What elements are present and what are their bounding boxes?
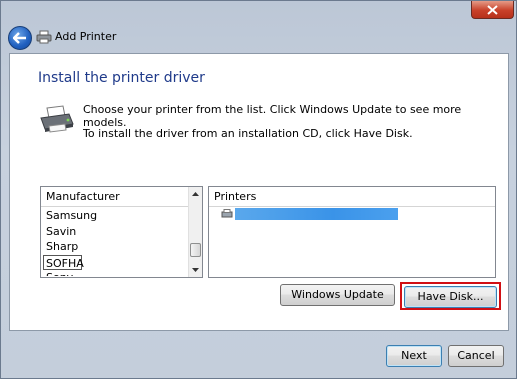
scroll-thumb[interactable]	[190, 243, 201, 257]
printer-list-item-label	[235, 208, 398, 220]
printer-icon	[36, 30, 52, 44]
have-disk-label: Have Disk...	[417, 290, 484, 303]
next-label: Next	[401, 349, 427, 362]
manufacturer-list-header: Manufacturer	[41, 187, 202, 207]
back-button[interactable]	[8, 26, 32, 50]
printer-icon	[221, 208, 233, 217]
scroll-down-arrow[interactable]	[189, 263, 202, 277]
cancel-label: Cancel	[457, 349, 495, 362]
windows-update-label: Windows Update	[291, 288, 384, 301]
close-icon	[487, 4, 498, 15]
list-item[interactable]: Savin	[41, 224, 188, 240]
scroll-up-arrow[interactable]	[189, 187, 202, 201]
page-heading: Install the printer driver	[38, 70, 205, 86]
next-button[interactable]: Next	[386, 345, 442, 367]
close-button[interactable]	[471, 1, 514, 19]
list-item[interactable]: Sharp	[41, 239, 188, 255]
back-arrow-icon	[13, 32, 26, 44]
window-title: Add Printer	[55, 30, 117, 43]
window-frame: Add Printer Install the printer driver C…	[0, 0, 517, 379]
chevron-up-icon	[192, 192, 199, 196]
cancel-button[interactable]: Cancel	[448, 345, 504, 367]
printers-list[interactable]: Printers	[208, 186, 496, 278]
chevron-down-icon	[192, 268, 199, 272]
windows-update-button[interactable]: Windows Update	[280, 284, 395, 306]
printers-list-header: Printers	[209, 187, 495, 207]
printer-icon	[40, 105, 74, 133]
have-disk-button[interactable]: Have Disk...	[404, 286, 497, 308]
printer-list-item[interactable]	[221, 208, 398, 220]
description-line-1: Choose your printer from the list. Click…	[83, 103, 462, 129]
manufacturer-scrollbar[interactable]	[188, 187, 202, 277]
list-item[interactable]: Samsung	[41, 208, 188, 224]
list-item[interactable]: Sony	[41, 270, 188, 276]
manufacturer-list[interactable]: Manufacturer Samsung Savin Sharp SOFHA S…	[40, 186, 203, 278]
list-item-selected[interactable]: SOFHA	[43, 254, 84, 270]
description-line-2: To install the driver from an installati…	[83, 127, 413, 140]
